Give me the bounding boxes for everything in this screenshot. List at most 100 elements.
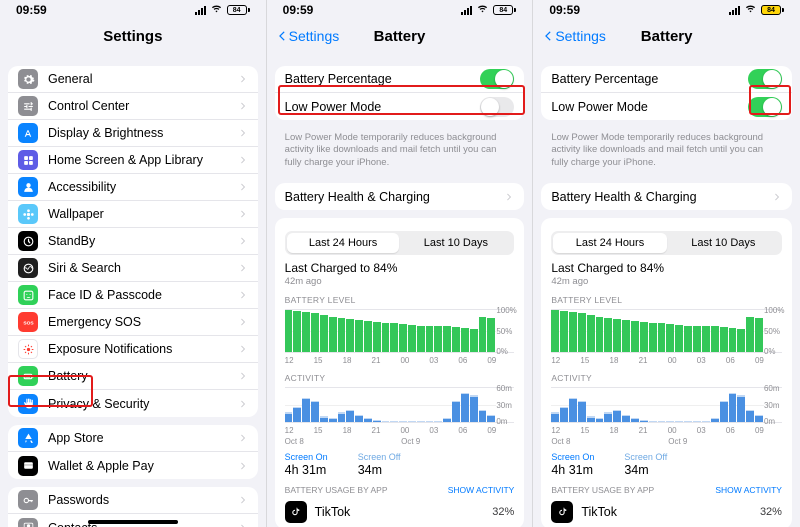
status-time: 09:59 <box>16 3 47 17</box>
row-label: Battery Percentage <box>551 72 658 86</box>
hand-icon <box>18 394 38 414</box>
battery-level-label: BATTERY LEVEL <box>551 295 782 305</box>
screen-on-value: 4h 31m <box>285 463 328 477</box>
row-low-power-mode[interactable]: Low Power Mode <box>275 93 525 120</box>
chevron-right-icon <box>504 192 514 202</box>
screen-settings: 09:59 84 Settings GeneralControl CenterD… <box>0 0 267 527</box>
sidebar-item-control-center[interactable]: Control Center <box>8 93 258 120</box>
row-battery-health[interactable]: Battery Health & Charging <box>275 183 525 210</box>
row-battery-percentage[interactable]: Battery Percentage <box>541 66 792 93</box>
sidebar-item-accessibility[interactable]: Accessibility <box>8 174 258 201</box>
row-label: Display & Brightness <box>48 126 163 140</box>
app-percentage: 32% <box>492 506 514 518</box>
sidebar-item-privacy-security[interactable]: Privacy & Security <box>8 390 258 417</box>
sidebar-item-wallet-apple-pay[interactable]: Wallet & Apple Pay <box>8 452 258 479</box>
nav-header: Settings <box>0 20 266 52</box>
sos-icon: SOS <box>18 312 38 332</box>
row-label: Battery Percentage <box>285 72 392 86</box>
sidebar-item-app-store[interactable]: App Store <box>8 425 258 452</box>
row-label: Accessibility <box>48 180 116 194</box>
app-usage-row[interactable]: TikTok 32% <box>285 501 515 523</box>
chevron-right-icon <box>238 495 248 505</box>
siri-icon <box>18 258 38 278</box>
wallet-icon <box>18 456 38 476</box>
app-name: TikTok <box>315 505 351 519</box>
home-indicator[interactable] <box>88 520 178 524</box>
page-title: Battery <box>641 28 693 45</box>
sidebar-item-face-id-passcode[interactable]: Face ID & Passcode <box>8 282 258 309</box>
chevron-right-icon <box>238 209 248 219</box>
row-label: Wallpaper <box>48 207 104 221</box>
sidebar-item-siri-search[interactable]: Siri & Search <box>8 255 258 282</box>
app-percentage: 32% <box>760 506 782 518</box>
battery-percentage-toggle[interactable] <box>748 69 782 89</box>
activity-chart: 60m30m0m <box>551 387 782 423</box>
row-label: Exposure Notifications <box>48 342 172 356</box>
screen-off-value: 34m <box>358 463 401 477</box>
gear-icon <box>18 69 38 89</box>
tiktok-icon <box>551 501 573 523</box>
chevron-right-icon <box>772 192 782 202</box>
sidebar-item-general[interactable]: General <box>8 66 258 93</box>
last-charged-title: Last Charged to 84% <box>551 261 782 275</box>
page-title: Battery <box>374 28 426 45</box>
row-label: Low Power Mode <box>551 100 648 114</box>
row-label: Privacy & Security <box>48 397 149 411</box>
chevron-right-icon <box>238 290 248 300</box>
row-battery-percentage[interactable]: Battery Percentage <box>275 66 525 93</box>
row-label: App Store <box>48 431 104 445</box>
sidebar-item-display-brightness[interactable]: Display & Brightness <box>8 120 258 147</box>
app-usage-row[interactable]: TikTok 32% <box>551 501 782 523</box>
tab-last-24-hours[interactable]: Last 24 Hours <box>287 233 400 253</box>
battery-percentage-toggle[interactable] <box>480 69 514 89</box>
chevron-right-icon <box>238 433 248 443</box>
row-low-power-mode[interactable]: Low Power Mode <box>541 93 792 120</box>
row-label: Passwords <box>48 493 109 507</box>
wifi-icon <box>210 3 223 17</box>
sidebar-item-standby[interactable]: StandBy <box>8 228 258 255</box>
battery-level-label: BATTERY LEVEL <box>285 295 515 305</box>
nav-header: Settings Battery <box>267 20 533 52</box>
chevron-right-icon <box>238 344 248 354</box>
sidebar-item-exposure-notifications[interactable]: Exposure Notifications <box>8 336 258 363</box>
back-button[interactable]: Settings <box>275 20 340 52</box>
row-label: StandBy <box>48 234 95 248</box>
cellular-icon <box>729 6 740 15</box>
show-activity-button[interactable]: SHOW ACTIVITY <box>715 485 782 495</box>
show-activity-button[interactable]: SHOW ACTIVITY <box>448 485 515 495</box>
tab-last-10-days[interactable]: Last 10 Days <box>399 233 512 253</box>
svg-text:SOS: SOS <box>23 320 34 326</box>
row-label: General <box>48 72 92 86</box>
tab-last-10-days[interactable]: Last 10 Days <box>667 233 780 253</box>
last-charged-sub: 42m ago <box>551 276 782 287</box>
sidebar-item-home-screen-app-library[interactable]: Home Screen & App Library <box>8 147 258 174</box>
low-power-mode-toggle[interactable] <box>748 97 782 117</box>
chevron-right-icon <box>238 155 248 165</box>
sliders-icon <box>18 96 38 116</box>
row-label: Siri & Search <box>48 261 121 275</box>
screen-battery-lpm-on: 09:59 84 Settings Battery Battery Percen… <box>533 0 800 527</box>
sidebar-item-battery[interactable]: Battery <box>8 363 258 390</box>
chevron-right-icon <box>238 74 248 84</box>
chevron-right-icon <box>238 523 248 527</box>
time-range-segmented[interactable]: Last 24 Hours Last 10 Days <box>551 231 782 255</box>
row-battery-health[interactable]: Battery Health & Charging <box>541 183 792 210</box>
back-button[interactable]: Settings <box>541 20 606 52</box>
nav-header: Settings Battery <box>533 20 800 52</box>
row-label: Emergency SOS <box>48 315 141 329</box>
row-label: Battery Health & Charging <box>285 190 430 204</box>
sidebar-item-emergency-sos[interactable]: SOS Emergency SOS <box>8 309 258 336</box>
tab-last-24-hours[interactable]: Last 24 Hours <box>553 233 666 253</box>
chevron-right-icon <box>238 236 248 246</box>
sidebar-item-wallpaper[interactable]: Wallpaper <box>8 201 258 228</box>
screen-on-label: Screen On <box>551 452 594 462</box>
activity-chart: 60m30m0m <box>285 387 515 423</box>
chevron-right-icon <box>238 399 248 409</box>
low-power-mode-toggle[interactable] <box>480 97 514 117</box>
activity-label: ACTIVITY <box>285 373 515 383</box>
sidebar-item-passwords[interactable]: Passwords <box>8 487 258 514</box>
time-range-segmented[interactable]: Last 24 Hours Last 10 Days <box>285 231 515 255</box>
low-power-mode-help: Low Power Mode temporarily reduces backg… <box>541 128 792 175</box>
chevron-right-icon <box>238 182 248 192</box>
last-charged-sub: 42m ago <box>285 276 515 287</box>
